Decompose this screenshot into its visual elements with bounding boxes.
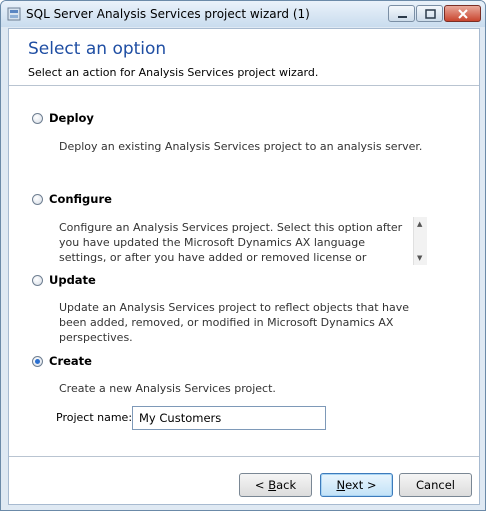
deploy-radio[interactable] <box>32 113 43 124</box>
update-description: Update an Analysis Services project to r… <box>59 301 410 344</box>
deploy-label[interactable]: Deploy <box>49 111 94 125</box>
configure-scrollbar[interactable]: ▲ ▼ <box>413 217 427 265</box>
header-divider <box>9 85 479 86</box>
page-title: Select an option <box>28 39 167 59</box>
minimize-button[interactable] <box>388 5 415 22</box>
scroll-down-icon[interactable]: ▼ <box>417 254 422 262</box>
back-mnemonic: B <box>268 478 277 492</box>
page-subtitle: Select an action for Analysis Services p… <box>28 66 319 79</box>
create-radio[interactable] <box>32 356 43 367</box>
update-radio[interactable] <box>32 275 43 286</box>
configure-description-box: Configure an Analysis Services project. … <box>53 217 467 265</box>
wizard-content: Select an option Select an action for An… <box>8 28 480 505</box>
next-button[interactable]: Next > <box>320 473 393 497</box>
configure-radio[interactable] <box>32 194 43 205</box>
minimize-icon <box>398 16 407 18</box>
create-description: Create a new Analysis Services project. <box>59 382 276 395</box>
wizard-window: SQL Server Analysis Services project wiz… <box>0 0 486 511</box>
cancel-button[interactable]: Cancel <box>399 473 472 497</box>
configure-description: Configure an Analysis Services project. … <box>59 221 403 264</box>
maximize-icon <box>425 9 436 19</box>
maximize-button[interactable] <box>416 5 443 22</box>
back-prefix: < <box>254 478 269 492</box>
app-icon <box>7 7 21 21</box>
back-rest: ack <box>276 478 297 492</box>
update-label[interactable]: Update <box>49 273 96 287</box>
project-name-input[interactable] <box>132 406 326 430</box>
next-mnemonic: N <box>336 478 346 492</box>
scroll-up-icon[interactable]: ▲ <box>417 220 422 228</box>
deploy-description: Deploy an existing Analysis Services pro… <box>59 140 423 153</box>
title-bar[interactable]: SQL Server Analysis Services project wiz… <box>1 1 485 27</box>
create-label[interactable]: Create <box>49 354 92 368</box>
project-name-label: Project name: <box>56 411 133 424</box>
close-button[interactable] <box>444 5 481 22</box>
wizard-header: Select an option Select an action for An… <box>9 29 479 81</box>
close-icon <box>458 9 468 19</box>
configure-label[interactable]: Configure <box>49 192 112 206</box>
footer-divider <box>9 456 479 457</box>
window-title: SQL Server Analysis Services project wiz… <box>26 7 310 21</box>
back-button[interactable]: < Back <box>239 473 312 497</box>
next-rest: ext > <box>345 478 377 492</box>
